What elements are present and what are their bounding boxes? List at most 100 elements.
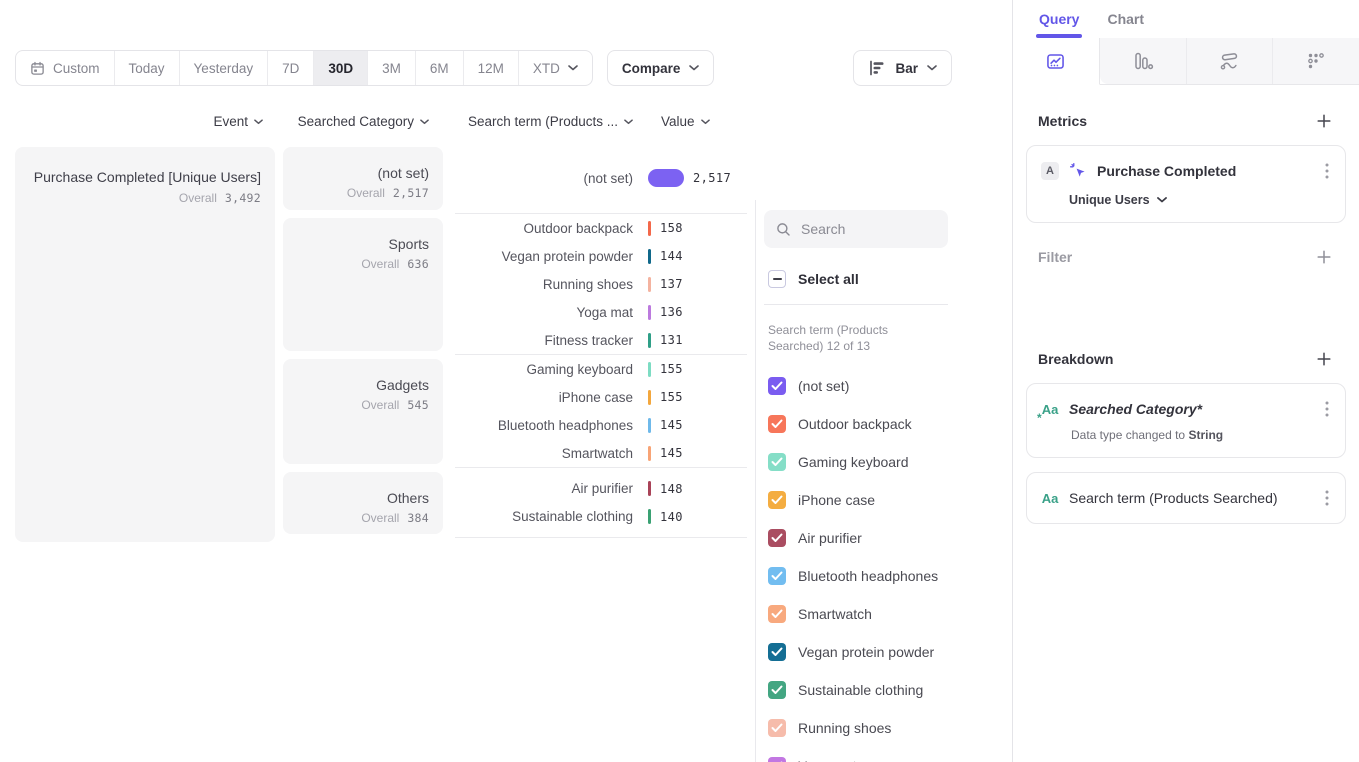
search-input[interactable] (801, 221, 931, 237)
tab-retention[interactable] (1272, 38, 1359, 84)
term-row[interactable]: Running shoes137 (455, 270, 747, 298)
term-value: 144 (660, 249, 683, 263)
column-header-label: Search term (Products ... (468, 114, 618, 129)
date-range-label: Yesterday (194, 61, 254, 76)
category-overall: Overall545 (283, 398, 429, 412)
tab-query[interactable]: Query (1039, 0, 1079, 38)
date-range-xtd[interactable]: XTD (518, 51, 592, 85)
term-value: 136 (660, 305, 683, 319)
term-label: Vegan protein powder (455, 249, 633, 264)
term-row[interactable]: Yoga mat136 (455, 298, 747, 326)
term-row[interactable]: Outdoor backpack158 (455, 214, 747, 242)
term-row[interactable]: (not set)2,517 (455, 156, 747, 200)
legend-item-label: Bluetooth headphones (798, 568, 938, 584)
series-checkbox[interactable] (768, 567, 786, 585)
term-rows: Outdoor backpack158 Vegan protein powder 1… (455, 214, 747, 355)
metric-menu-button[interactable] (1323, 161, 1331, 181)
search-box[interactable] (764, 210, 948, 248)
add-metric-button[interactable] (1314, 111, 1334, 131)
tab-insights[interactable] (1013, 38, 1100, 85)
value-bar (648, 362, 651, 377)
event-cell[interactable]: Purchase Completed [Unique Users] Overal… (15, 147, 275, 542)
date-range-label: 7D (282, 61, 299, 76)
compare-button[interactable]: Compare (607, 50, 715, 86)
select-all-checkbox[interactable] (768, 270, 786, 288)
legend-item[interactable]: Smartwatch (768, 595, 1012, 633)
term-row[interactable]: Fitness tracker131 (455, 326, 747, 354)
term-label: Outdoor backpack (455, 221, 633, 236)
legend-item[interactable]: Vegan protein powder (768, 633, 1012, 671)
legend-item[interactable]: (not set) (768, 367, 1012, 405)
series-checkbox[interactable] (768, 377, 786, 395)
tab-funnels[interactable] (1100, 38, 1186, 84)
column-header-searched-category[interactable]: Searched Category (283, 114, 443, 129)
breakdown-menu-button[interactable] (1323, 399, 1331, 419)
date-range-today[interactable]: Today (114, 51, 179, 85)
series-checkbox[interactable] (768, 605, 786, 623)
value-bar (648, 221, 651, 236)
term-row[interactable]: iPhone case155 (455, 383, 747, 411)
column-header-search-term[interactable]: Search term (Products ... (455, 114, 633, 129)
date-range-30d[interactable]: 30D (313, 51, 367, 85)
series-checkbox[interactable] (768, 529, 786, 547)
breakdown-heading: Breakdown (1038, 351, 1113, 367)
legend-item-label: Smartwatch (798, 606, 872, 622)
term-row[interactable]: Gaming keyboard155 (455, 355, 747, 383)
category-cell[interactable]: GadgetsOverall545 (283, 359, 443, 464)
tab-label: Query (1039, 11, 1079, 27)
legend-item[interactable]: Outdoor backpack (768, 405, 1012, 443)
breakdown-name: Searched Category* (1069, 401, 1313, 417)
term-row[interactable]: Bluetooth headphones145 (455, 411, 747, 439)
series-checkbox[interactable] (768, 453, 786, 471)
date-range-custom[interactable]: Custom (16, 51, 114, 85)
date-range-yesterday[interactable]: Yesterday (179, 51, 268, 85)
measure-selector[interactable]: Unique Users (1069, 193, 1331, 207)
legend-item-label: Yoga mat (798, 758, 857, 762)
chart-type-dropdown[interactable]: Bar (853, 50, 952, 86)
overall-label: Overall (179, 191, 217, 205)
legend-item[interactable]: Bluetooth headphones (768, 557, 1012, 595)
breakdown-menu-button[interactable] (1323, 488, 1331, 508)
breakdown-card-search-term[interactable]: Aa Search term (Products Searched) (1026, 472, 1346, 524)
category-cell[interactable]: SportsOverall636 (283, 218, 443, 351)
tab-flows[interactable] (1186, 38, 1273, 84)
series-checkbox[interactable] (768, 719, 786, 737)
category-cell[interactable]: (not set)Overall2,517 (283, 147, 443, 210)
category-group: (not set)Overall2,517(not set)2,517 (275, 143, 747, 214)
add-breakdown-button[interactable] (1314, 349, 1334, 369)
date-range-3m[interactable]: 3M (367, 51, 415, 85)
series-checkbox[interactable] (768, 757, 786, 762)
legend-item[interactable]: Running shoes (768, 709, 1012, 747)
legend-item[interactable]: Air purifier (768, 519, 1012, 557)
overall-label: Overall (347, 186, 385, 200)
term-row[interactable]: Smartwatch145 (455, 439, 747, 467)
column-header-event[interactable]: Event (15, 114, 275, 129)
term-value: 155 (660, 390, 683, 404)
category-name: (not set) (283, 165, 429, 181)
series-checkbox[interactable] (768, 491, 786, 509)
breakdown-name: Search term (Products Searched) (1069, 490, 1313, 506)
legend-item[interactable]: Yoga mat (768, 747, 1012, 762)
legend-item[interactable]: iPhone case (768, 481, 1012, 519)
tab-chart[interactable]: Chart (1107, 0, 1144, 38)
metric-letter-badge: A (1041, 162, 1059, 180)
series-checkbox[interactable] (768, 415, 786, 433)
term-row[interactable]: Air purifier148 (455, 475, 747, 503)
legend-item[interactable]: Gaming keyboard (768, 443, 1012, 481)
legend-item-label: Gaming keyboard (798, 454, 909, 470)
add-filter-button[interactable] (1314, 247, 1334, 267)
series-checkbox[interactable] (768, 643, 786, 661)
chart-body: Event Searched Category Search term (Pro… (0, 100, 1012, 762)
date-range-7d[interactable]: 7D (267, 51, 313, 85)
date-range-6m[interactable]: 6M (415, 51, 463, 85)
breakdown-card-searched-category[interactable]: Aa Searched Category* Data type changed … (1026, 383, 1346, 458)
column-header-value[interactable]: Value (661, 114, 710, 129)
term-row[interactable]: Sustainable clothing140 (455, 503, 747, 531)
legend-item[interactable]: Sustainable clothing (768, 671, 1012, 709)
select-all-row[interactable]: Select all (768, 270, 1012, 288)
metric-card[interactable]: A Purchase Completed Unique Users (1026, 145, 1346, 223)
category-cell[interactable]: OthersOverall384 (283, 472, 443, 534)
series-checkbox[interactable] (768, 681, 786, 699)
date-range-12m[interactable]: 12M (463, 51, 518, 85)
term-row[interactable]: Vegan protein powder 144 (455, 242, 747, 270)
